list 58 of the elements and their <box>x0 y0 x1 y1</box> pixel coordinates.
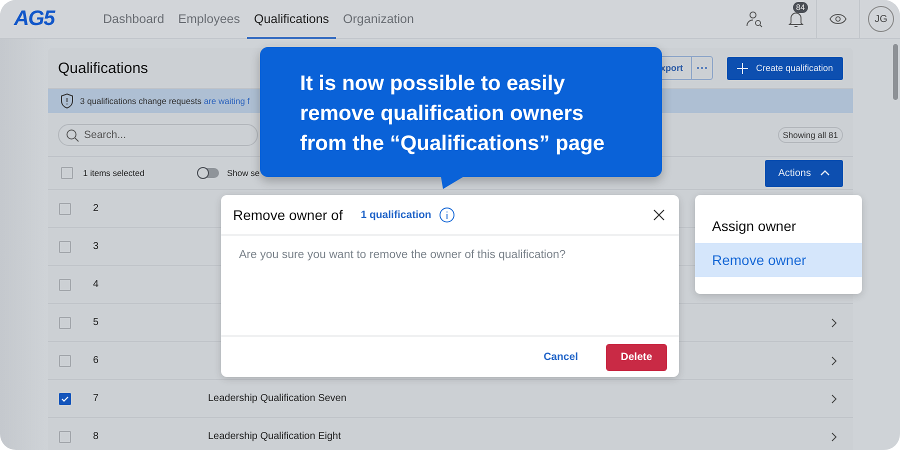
search-icon <box>66 128 79 142</box>
nav-tab[interactable]: Qualifications <box>247 0 336 39</box>
checkbox[interactable] <box>59 240 71 252</box>
qualification-name: Leadership Qualification Eight <box>208 431 342 442</box>
menu-item[interactable]: Remove owner <box>695 243 862 277</box>
selection-count: 1 items selected <box>83 168 146 178</box>
actions-button[interactable]: Actions <box>765 160 843 186</box>
checkbox[interactable] <box>59 278 71 290</box>
delete-button[interactable]: Delete <box>606 344 667 370</box>
chevron-right-icon[interactable] <box>831 318 837 328</box>
row-number: 3 <box>93 241 100 252</box>
notification-badge: 84 <box>793 2 808 13</box>
nav-tab[interactable]: Organization <box>336 0 421 39</box>
row-number: 5 <box>93 317 100 328</box>
search-field[interactable]: Search... <box>58 124 258 146</box>
checkbox[interactable] <box>59 430 71 442</box>
more-icon <box>696 66 708 70</box>
toggle-label: Show se <box>227 168 260 178</box>
banner-text: 3 qualifications change requests are waiting f <box>80 96 250 106</box>
row-number: 8 <box>93 431 100 442</box>
result-count: Showing all 81 <box>778 126 843 142</box>
row-number: 7 <box>93 393 100 404</box>
chevron-right-icon[interactable] <box>831 394 837 404</box>
row-number: 6 <box>93 355 100 366</box>
check-icon <box>61 396 69 402</box>
nav-tab[interactable]: Dashboard <box>96 0 172 39</box>
close-icon[interactable] <box>653 208 665 220</box>
banner-link[interactable]: are waiting f <box>204 96 250 106</box>
row-number: 4 <box>93 279 100 290</box>
nav-tab[interactable]: Employees <box>171 0 247 39</box>
logo[interactable]: AG5 <box>14 7 96 31</box>
shield-icon <box>60 93 74 109</box>
page-title: Qualifications <box>58 60 148 76</box>
callout-text: It is now possible to easily remove qualification owners from the “Qualifications” page <box>300 71 605 157</box>
toggle-switch[interactable] <box>197 168 219 178</box>
cancel-button[interactable]: Cancel <box>538 347 584 367</box>
eye-icon[interactable] <box>829 13 847 25</box>
menu-item[interactable]: Assign owner <box>695 209 862 243</box>
checkbox[interactable] <box>61 167 73 179</box>
avatar[interactable]: JG <box>868 6 894 32</box>
checkbox[interactable] <box>59 392 71 404</box>
person-search-icon[interactable] <box>746 10 764 28</box>
chevron-right-icon[interactable] <box>831 356 837 366</box>
info-icon[interactable] <box>439 206 456 222</box>
checkbox[interactable] <box>59 316 71 328</box>
scrollbar[interactable] <box>893 44 898 100</box>
qualification-name: Leadership Qualification Seven <box>208 393 348 404</box>
checkbox[interactable] <box>59 202 71 214</box>
qualification-link[interactable]: 1 qualification <box>360 208 432 220</box>
create-qualification-button[interactable]: Create qualification <box>726 56 843 80</box>
bell-icon[interactable] <box>788 10 804 28</box>
caret-icon <box>820 170 830 176</box>
dialog-title: Remove owner of <box>233 206 343 222</box>
dialog-message: Are you sure you want to remove the owner of this qualification? <box>239 249 567 261</box>
checkbox[interactable] <box>59 354 71 366</box>
chevron-right-icon[interactable] <box>831 432 837 442</box>
row-number: 2 <box>93 203 100 214</box>
plus-icon <box>736 62 748 74</box>
